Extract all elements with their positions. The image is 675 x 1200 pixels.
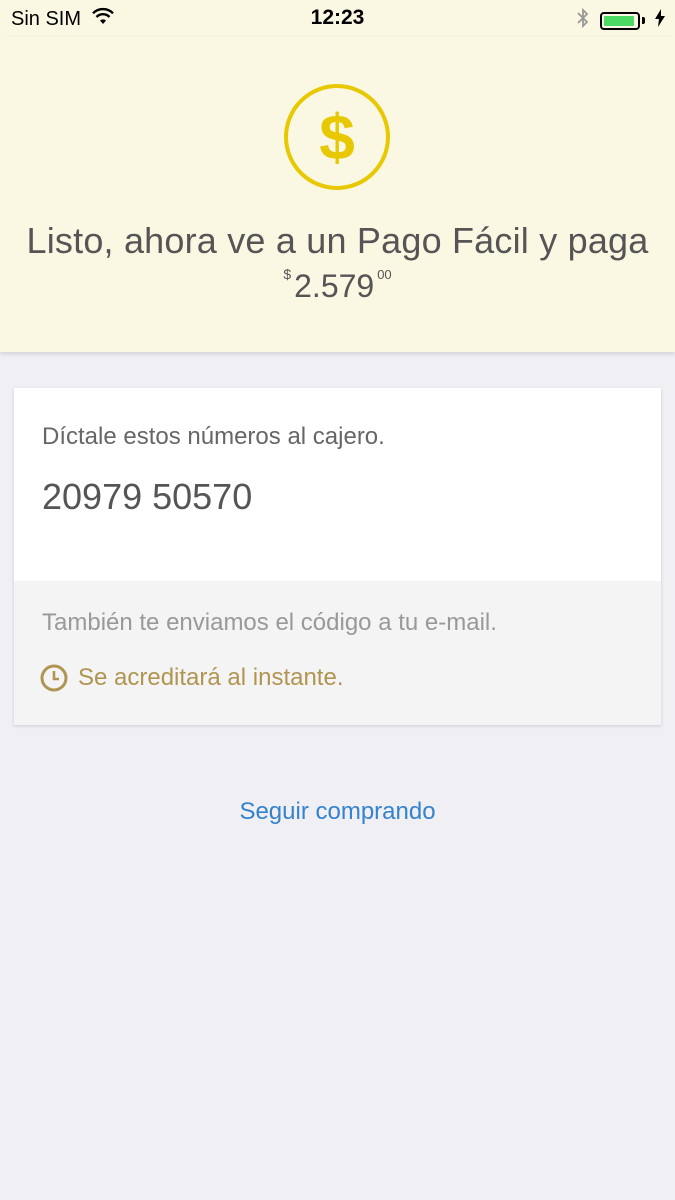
battery-tip xyxy=(642,17,645,24)
dollar-coin-icon: $ xyxy=(284,84,390,190)
payment-headline: Listo, ahora ve a un Pago Fácil y paga xyxy=(26,220,649,261)
clock-icon xyxy=(40,664,68,692)
amount-currency: $ xyxy=(283,266,292,282)
credit-note-label: Se acreditará al instante. xyxy=(78,664,344,691)
svg-text:$: $ xyxy=(319,101,355,173)
charging-icon xyxy=(655,9,665,32)
battery-icon xyxy=(600,11,640,30)
amount-decimals: 00 xyxy=(377,267,392,282)
payment-header: $ Listo, ahora ve a un Pago Fácil y paga… xyxy=(0,36,675,352)
continue-shopping-link[interactable]: Seguir comprando xyxy=(0,798,675,826)
payment-amount: $2.579 00 xyxy=(0,266,675,305)
bluetooth-icon xyxy=(576,7,590,34)
battery-fill xyxy=(604,15,635,26)
payment-code-card: Díctale estos números al cajero. 20979 5… xyxy=(14,388,661,725)
status-bar: Sin SIM 12:23 xyxy=(0,0,675,36)
email-note: También te enviamos el código a tu e-mai… xyxy=(42,609,497,636)
payment-code: 20979 50570 xyxy=(42,476,253,517)
card-footer: También te enviamos el código a tu e-mai… xyxy=(14,581,661,725)
amount-integer: 2.579 xyxy=(294,268,375,304)
status-time: 12:23 xyxy=(310,6,365,29)
credit-note: Se acreditará al instante. xyxy=(40,664,344,692)
cashier-instruction: Díctale estos números al cajero. xyxy=(42,423,385,450)
status-right xyxy=(576,7,665,34)
